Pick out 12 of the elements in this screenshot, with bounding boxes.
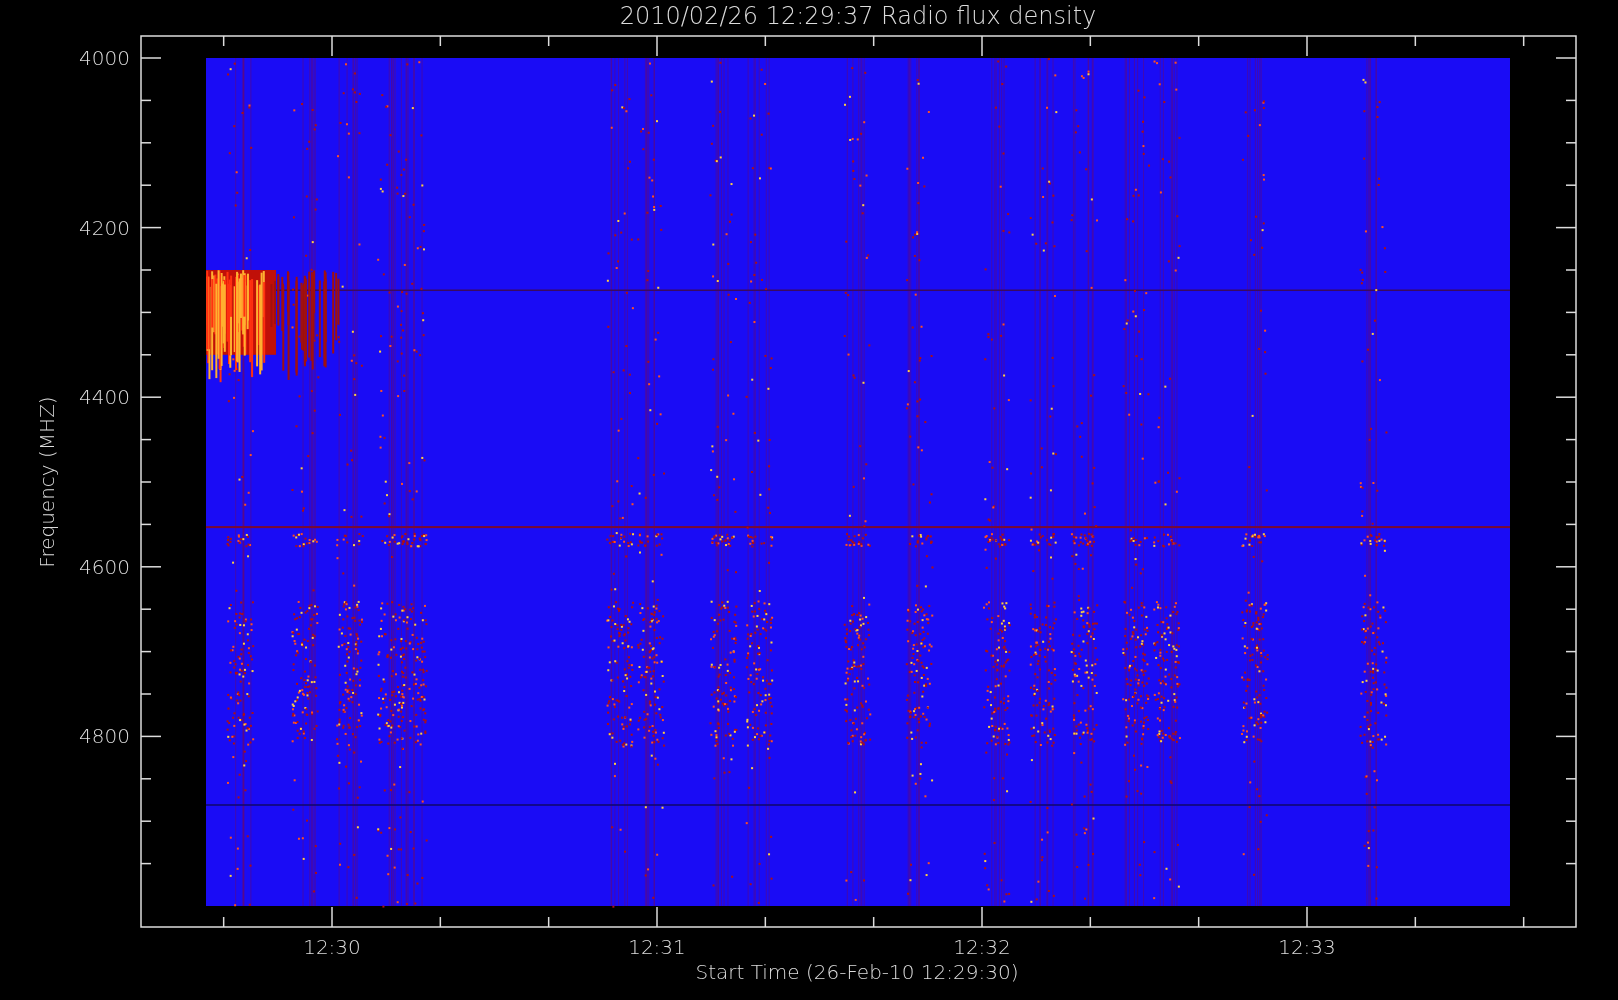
x-tick-label: 12:32 bbox=[953, 935, 1011, 959]
x-tick-label: 12:30 bbox=[303, 935, 361, 959]
plot-title: 2010/02/26 12:29:37 Radio flux density bbox=[619, 2, 1097, 30]
y-tick-label: 4200 bbox=[79, 215, 130, 240]
y-axis-label: Frequency (MHZ) bbox=[35, 396, 59, 568]
x-axis-label: Start Time (26-Feb-10 12:29:30) bbox=[695, 960, 1019, 984]
y-tick-label: 4400 bbox=[79, 385, 130, 410]
y-tick-label: 4000 bbox=[79, 46, 130, 70]
x-tick-label: 12:33 bbox=[1278, 935, 1336, 959]
x-tick-label: 12:31 bbox=[628, 935, 686, 959]
y-tick-label: 4600 bbox=[79, 554, 130, 579]
y-tick-label: 4800 bbox=[79, 724, 130, 749]
